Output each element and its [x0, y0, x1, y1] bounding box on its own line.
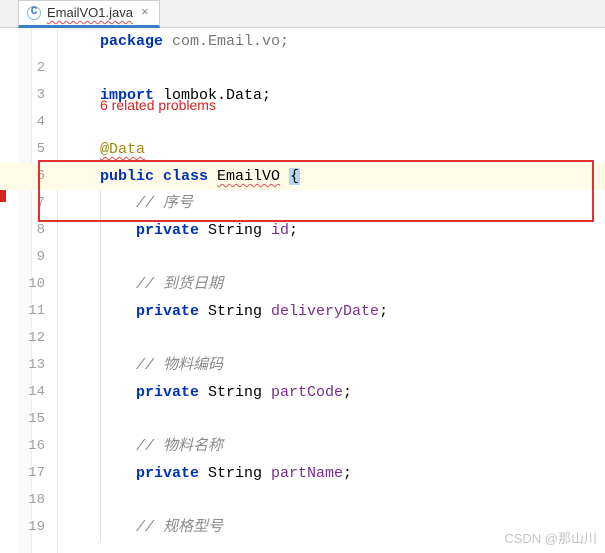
- code-line: [82, 109, 605, 136]
- editor: 2 3 4 5 6 7 8 9 10 11 12 13 14 15 16 17 …: [0, 28, 605, 553]
- code-line: @Data: [82, 136, 605, 163]
- code-line: // 物料名称: [82, 433, 605, 460]
- code-line: private String id;: [82, 217, 605, 244]
- code-line: public class EmailVO {: [82, 163, 605, 190]
- code-line: [82, 244, 605, 271]
- code-line: private String partCode;: [82, 379, 605, 406]
- code-line: // 到货日期: [82, 271, 605, 298]
- gutter-icons: [58, 28, 82, 553]
- code-line: private String partName;: [82, 460, 605, 487]
- file-tab[interactable]: C EmailVO1.java ×: [18, 0, 160, 28]
- code-line: private String deliveryDate;: [82, 298, 605, 325]
- code-line: [82, 406, 605, 433]
- problems-hint[interactable]: 6 related problems: [100, 97, 216, 113]
- tab-bar: C EmailVO1.java ×: [0, 0, 605, 28]
- code-line: // 物料编码: [82, 352, 605, 379]
- java-class-icon: C: [27, 6, 41, 20]
- error-stripe[interactable]: [0, 190, 6, 202]
- line-gutter: 2 3 4 5 6 7 8 9 10 11 12 13 14 15 16 17 …: [0, 28, 58, 553]
- tab-label: EmailVO1.java: [47, 5, 133, 20]
- close-icon[interactable]: ×: [139, 5, 151, 20]
- code-line: package com.Email.vo;: [82, 28, 605, 55]
- code-line: [82, 55, 605, 82]
- code-line: // 序号: [82, 190, 605, 217]
- code-line: [82, 325, 605, 352]
- watermark: CSDN @那山川: [504, 528, 597, 547]
- code-line: [82, 487, 605, 514]
